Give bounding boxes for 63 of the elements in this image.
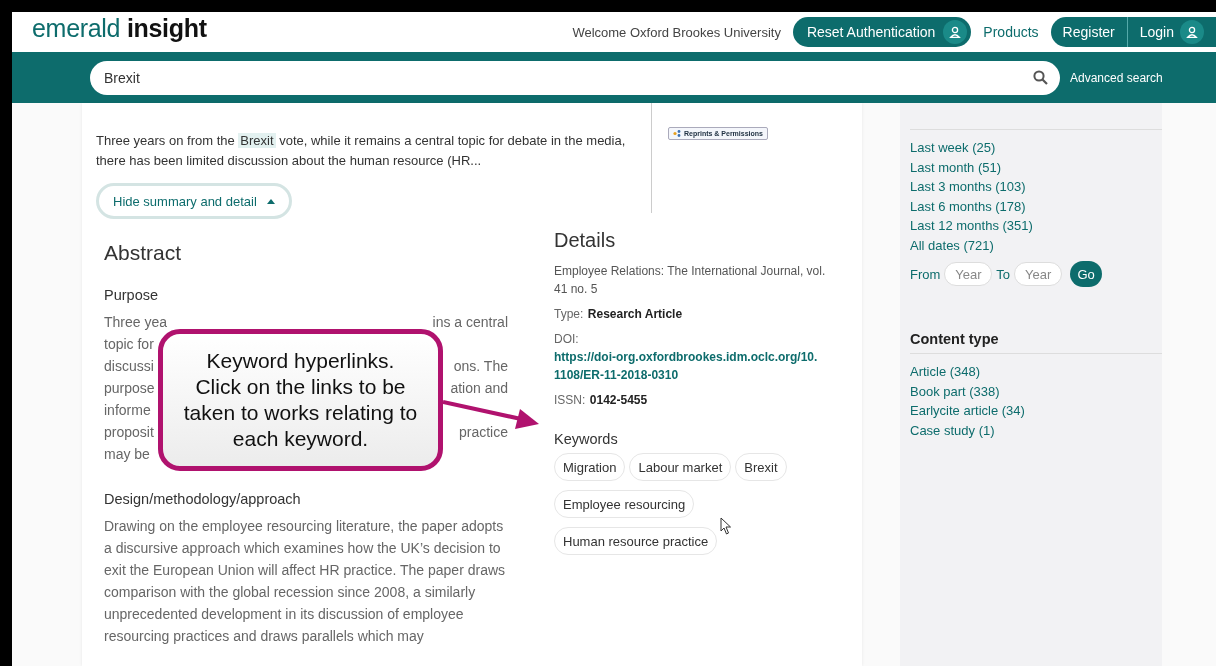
search-field[interactable]: Brexit bbox=[90, 60, 1060, 95]
purpose-text: may be bbox=[104, 445, 150, 464]
purpose-text: Three yea bbox=[104, 313, 168, 332]
caret-icon bbox=[266, 198, 275, 204]
keyword-link[interactable]: Employee resourcing bbox=[554, 490, 695, 518]
content-type-link[interactable]: Case study (1) bbox=[910, 420, 1162, 440]
share-icon bbox=[673, 130, 681, 137]
design-text: Drawing on the employee resourcing literature, the paper adopts a discursive approach which examines how the UK’s decision to exit the European Union will affect HR practice. The paper draws comparison with the global recession since 2008, a similarly unprecedented development in its discussion of employee resourcing practices and draws parallels which may bbox=[104, 517, 507, 646]
doi-label: DOI: bbox=[554, 332, 579, 346]
journal-text: Employee Relations: The International Journal, vol. 41 no. 5 bbox=[554, 263, 827, 298]
search-input[interactable]: Brexit bbox=[102, 68, 1033, 87]
details-heading: Details bbox=[554, 229, 617, 252]
keyword-link[interactable]: Labour market bbox=[629, 453, 732, 481]
doi-link[interactable]: https://doi-org.oxfordbrookes.idm.oclc.org/10.1108/ER-11-2018-0310 bbox=[554, 348, 824, 384]
reset-authentication-button[interactable]: Reset Authentication bbox=[792, 17, 972, 47]
purpose-text: proposit bbox=[104, 423, 154, 442]
content-type-link[interactable]: Earlycite article (34) bbox=[910, 401, 1162, 421]
purpose-text: ons. The bbox=[453, 357, 508, 376]
products-link[interactable]: Products bbox=[983, 24, 1039, 40]
register-button[interactable]: Register bbox=[1050, 17, 1127, 47]
date-filter-link[interactable]: Last week (25) bbox=[910, 138, 1162, 158]
keyword-link[interactable]: Brexit bbox=[735, 453, 787, 481]
go-button[interactable]: Go bbox=[1070, 261, 1103, 287]
issn-label: ISSN: bbox=[554, 393, 586, 407]
to-year-field[interactable]: Year bbox=[1014, 262, 1063, 286]
keywords-heading: Keywords bbox=[554, 431, 619, 447]
summary-text: Three years on from the Brexit vote, while it remains a central topic for debate in the media, there has been limited discussion about the human resource (HR... bbox=[96, 132, 627, 170]
callout-box: Keyword hyperlinks. Click on the links to be taken to works relating to each keyword. bbox=[158, 329, 443, 471]
date-filter-link[interactable]: Last month (51) bbox=[910, 157, 1162, 177]
design-heading: Design/methodology/approach bbox=[104, 491, 302, 507]
content-type-heading: Content type bbox=[910, 331, 1000, 347]
keyword-link[interactable]: Migration bbox=[554, 453, 626, 481]
from-label: From bbox=[910, 266, 941, 282]
advanced-search-link[interactable]: Advanced search bbox=[1070, 70, 1163, 85]
purpose-text: ation and bbox=[450, 379, 508, 398]
user-icon bbox=[1180, 20, 1204, 44]
purpose-text: topic for bbox=[104, 335, 154, 354]
purpose-text: informe bbox=[104, 401, 151, 420]
login-button[interactable]: Login bbox=[1126, 17, 1216, 47]
purpose-text: practice bbox=[458, 423, 508, 442]
purpose-text: discussi bbox=[104, 357, 154, 376]
date-filter-link[interactable]: All dates (721) bbox=[910, 235, 1162, 255]
user-icon bbox=[943, 20, 968, 44]
keyword-link[interactable]: Human resource practice bbox=[554, 527, 718, 555]
from-year-field[interactable]: Year bbox=[944, 262, 993, 286]
search-icon[interactable] bbox=[1033, 70, 1048, 85]
site-logo[interactable]: emerald insight bbox=[32, 13, 207, 43]
abstract-heading: Abstract bbox=[104, 241, 183, 265]
date-filter-link[interactable]: Last 6 months (178) bbox=[910, 196, 1162, 216]
content-type-link[interactable]: Book part (338) bbox=[910, 381, 1162, 401]
to-label: To bbox=[996, 266, 1011, 282]
welcome-text: Welcome Oxford Brookes University bbox=[572, 24, 781, 40]
mouse-pointer-icon bbox=[720, 517, 732, 535]
date-filter-link[interactable]: Last 12 months (351) bbox=[910, 216, 1162, 236]
purpose-text: ins a central bbox=[432, 313, 508, 332]
date-filter-link[interactable]: Last 3 months (103) bbox=[910, 177, 1162, 197]
purpose-text: purpose bbox=[104, 379, 155, 398]
purpose-heading: Purpose bbox=[104, 287, 159, 303]
hide-summary-button[interactable]: Hide summary and detail bbox=[96, 183, 292, 219]
type-label: Type: bbox=[554, 307, 584, 321]
issn-value: 0142-5455 bbox=[589, 393, 648, 407]
content-type-link[interactable]: Article (348) bbox=[910, 362, 1162, 382]
type-value: Research Article bbox=[587, 307, 683, 321]
